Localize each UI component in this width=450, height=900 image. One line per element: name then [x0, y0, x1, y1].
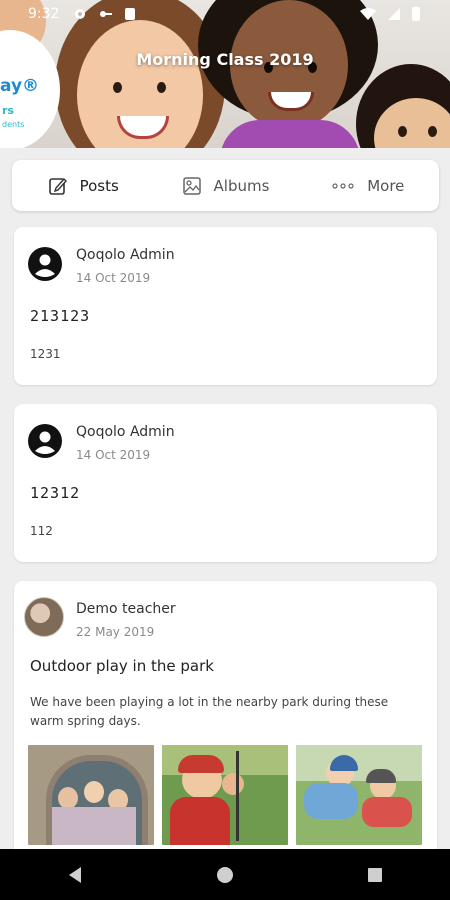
tab-posts[interactable]: Posts [12, 176, 154, 196]
post-photo[interactable] [162, 745, 288, 846]
tab-more-label: More [367, 176, 405, 195]
post-body: We have been playing a lot in the nearby… [30, 695, 389, 729]
system-navigation-bar [0, 849, 450, 900]
recents-icon [368, 867, 382, 882]
post-card[interactable]: Qoqolo Admin 14 Oct 2019 12312 112 [14, 404, 437, 562]
post-card[interactable]: Qoqolo Admin 14 Oct 2019 213123 1231 [14, 227, 437, 385]
home-icon [217, 866, 233, 883]
home-button[interactable] [205, 855, 245, 895]
post-title: 213123 [30, 307, 91, 325]
status-bar: 9:32 [0, 0, 450, 28]
post-author: Qoqolo Admin [76, 424, 175, 440]
tab-albums-label: Albums [213, 176, 270, 195]
post-body: 112 [30, 524, 53, 538]
account-circle-icon [28, 247, 62, 281]
post-title: Outdoor play in the park [30, 657, 214, 675]
signal-icon [388, 8, 400, 20]
post-photo-strip [14, 745, 437, 846]
post-date: 14 Oct 2019 [76, 271, 151, 285]
wifi-icon [360, 8, 376, 20]
image-icon [182, 176, 201, 195]
app-screen: ay® rs dents 9:32 Morning Class 2019 Pos… [0, 0, 450, 900]
page-title: Morning Class 2019 [136, 50, 314, 69]
gear-icon [75, 9, 86, 19]
post-author: Demo teacher [76, 601, 176, 617]
battery-icon [412, 7, 420, 21]
status-time: 9:32 [28, 6, 60, 22]
post-date: 14 Oct 2019 [76, 448, 151, 462]
back-button[interactable] [55, 855, 95, 895]
tab-albums[interactable]: Albums [154, 176, 296, 196]
brand-logo-subtext-2: dents [2, 120, 25, 129]
section-tabs: Posts Albums More [12, 160, 439, 211]
back-icon [69, 866, 81, 883]
post-date: 22 May 2019 [76, 625, 155, 639]
post-title: 12312 [30, 484, 81, 502]
edit-icon [48, 177, 67, 195]
tab-more[interactable]: More [297, 176, 439, 196]
vpn-key-icon [100, 11, 113, 17]
teacher-avatar-photo [24, 597, 64, 637]
recents-button[interactable] [355, 855, 395, 895]
post-feed: Qoqolo Admin 14 Oct 2019 213123 1231 Qoq… [14, 227, 437, 880]
class-header-banner: ay® rs dents 9:32 Morning Class 2019 [0, 0, 450, 148]
brand-logo-subtext: rs [2, 104, 14, 117]
post-photo[interactable] [296, 745, 422, 846]
post-card[interactable]: Demo teacher 22 May 2019 Outdoor play in… [14, 581, 437, 861]
tab-posts-label: Posts [79, 176, 119, 195]
brand-logo-text: ay® [0, 76, 40, 96]
post-author: Qoqolo Admin [76, 247, 175, 263]
post-body: 1231 [30, 347, 61, 361]
post-photo[interactable] [28, 745, 154, 846]
sd-card-icon [125, 8, 136, 20]
more-dots-icon [332, 182, 354, 189]
account-circle-icon [28, 424, 62, 458]
